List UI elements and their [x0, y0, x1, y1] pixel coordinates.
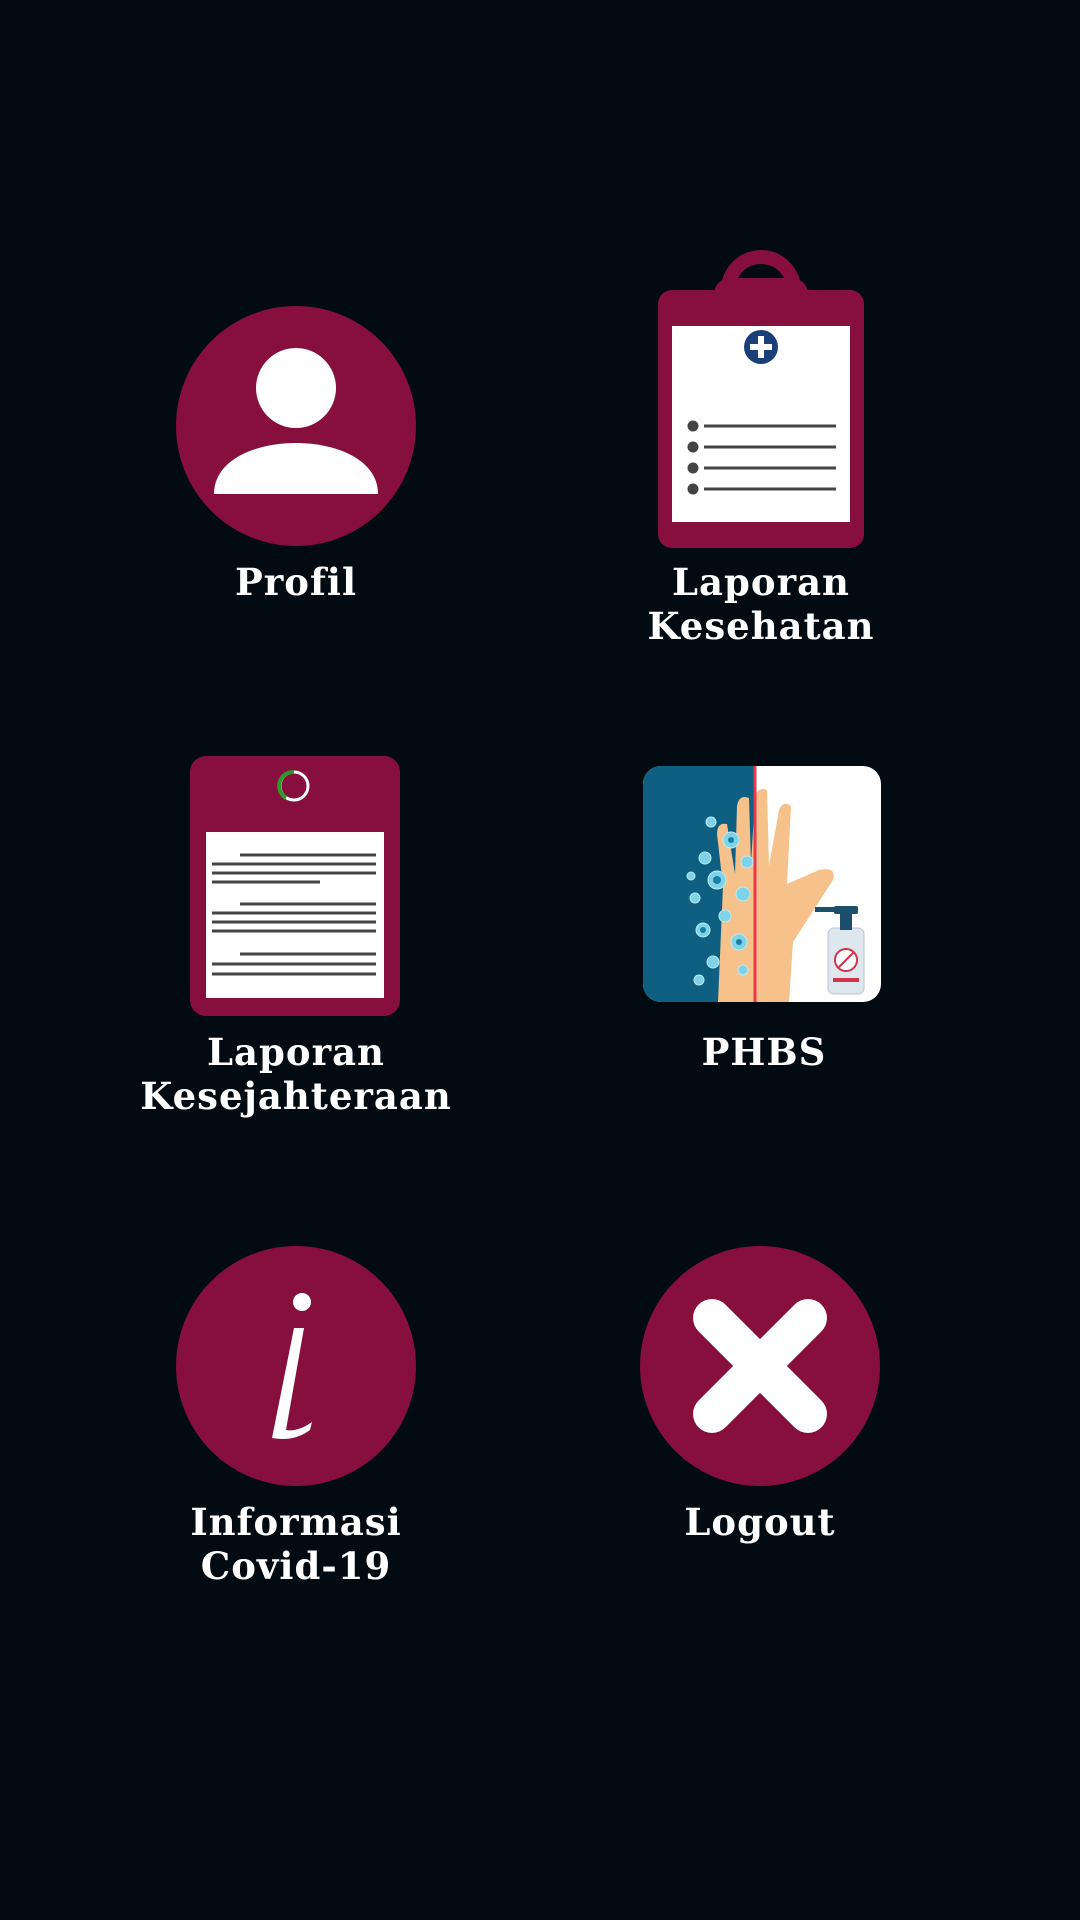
- label-line: PHBS: [701, 1030, 827, 1074]
- user-avatar-icon[interactable]: [176, 306, 416, 546]
- label-line: Kesehatan: [647, 604, 875, 648]
- medical-clipboard-icon[interactable]: [656, 248, 866, 550]
- close-x-icon[interactable]: [640, 1246, 880, 1486]
- menu-label-phbs: PHBS: [544, 1030, 984, 1074]
- label-line: Laporan: [672, 560, 850, 604]
- menu-label-logout: Logout: [540, 1500, 980, 1544]
- menu-label-profil: Profil: [76, 560, 516, 604]
- menu-profil[interactable]: [0, 0, 1, 1]
- label-line: Profil: [234, 560, 358, 604]
- label-line: Kesejahteraan: [140, 1074, 452, 1118]
- report-document-icon[interactable]: [190, 756, 400, 1016]
- menu-label-laporan-kesehatan: Laporan Kesehatan: [541, 560, 981, 648]
- label-line: Logout: [684, 1500, 836, 1544]
- label-line: Covid-19: [200, 1544, 392, 1588]
- label-line: Informasi: [190, 1500, 402, 1544]
- info-icon[interactable]: [176, 1246, 416, 1486]
- hand-sanitizer-illustration[interactable]: [643, 766, 881, 1002]
- label-line: Laporan: [207, 1030, 385, 1074]
- menu-label-informasi-covid: Informasi Covid-19: [76, 1500, 516, 1588]
- menu-label-laporan-kesejahteraan: Laporan Kesejahteraan: [76, 1030, 516, 1118]
